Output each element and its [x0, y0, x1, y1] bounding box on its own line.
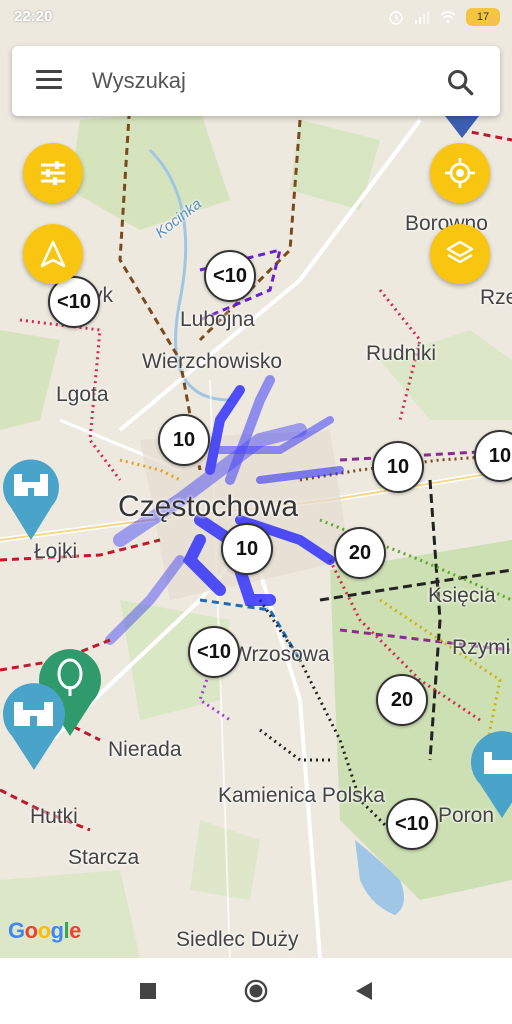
- search-bar[interactable]: Wyszukaj: [12, 46, 500, 116]
- map-label-lojki: Łojki: [34, 540, 78, 563]
- cluster-marker[interactable]: 10: [372, 441, 424, 493]
- map-label-starcza: Starcza: [68, 846, 140, 869]
- map-label-wrzosowa: Wrzosowa: [232, 643, 330, 666]
- alarm-icon: [389, 11, 403, 25]
- layers-icon: [446, 240, 474, 264]
- home-circle-icon: [244, 979, 268, 1003]
- map-label-rzymi: Rzymi: [452, 636, 511, 659]
- navigation-arrow-icon: [40, 240, 66, 268]
- layers-button[interactable]: [430, 224, 490, 284]
- search-input[interactable]: Wyszukaj: [92, 68, 186, 94]
- battery-icon: 17: [466, 8, 500, 26]
- map-label-rze: Rze: [480, 286, 512, 309]
- status-time: 22:20: [14, 8, 53, 25]
- navigation-button[interactable]: [23, 224, 83, 284]
- wifi-icon: [440, 11, 456, 23]
- cluster-marker[interactable]: <10: [386, 798, 438, 850]
- cluster-marker[interactable]: <10: [188, 626, 240, 678]
- map-label-czestochowa: Częstochowa: [118, 490, 299, 523]
- map-label-kamienica: Kamienica Polska: [218, 784, 385, 807]
- cluster-marker[interactable]: 10: [221, 523, 273, 575]
- cluster-marker[interactable]: 10: [158, 414, 210, 466]
- hamburger-menu-icon[interactable]: [36, 70, 62, 90]
- sliders-icon: [41, 161, 65, 185]
- home-button[interactable]: [244, 979, 268, 1003]
- map-view[interactable]: Lubojna Wierzchowisko Lgota Częstochowa …: [0, 0, 512, 958]
- map-label-lgota: Lgota: [56, 383, 109, 406]
- recent-apps-button[interactable]: [136, 979, 160, 1003]
- map-label-siedlec-duzy: Siedlec Duży: [176, 928, 299, 951]
- map-label-ksiecia: Księcia: [428, 584, 496, 607]
- back-triangle-icon: [356, 982, 372, 1000]
- search-icon[interactable]: [446, 68, 474, 96]
- system-nav-bar: [0, 958, 512, 1024]
- back-button[interactable]: [352, 979, 376, 1003]
- crosshair-icon: [445, 158, 475, 188]
- cluster-marker[interactable]: <10: [204, 250, 256, 302]
- cluster-marker[interactable]: 20: [376, 674, 428, 726]
- map-label-lubojna: Lubojna: [180, 308, 255, 331]
- map-label-rudniki: Rudniki: [366, 342, 437, 365]
- my-location-button[interactable]: [430, 143, 490, 203]
- google-logo: Google: [8, 918, 81, 943]
- map-label-nierada: Nierada: [108, 738, 182, 761]
- filter-button[interactable]: [23, 143, 83, 203]
- status-bar: 22:20 17: [0, 0, 512, 34]
- square-icon: [140, 983, 156, 999]
- signal-icon: [415, 11, 429, 24]
- map-label-wierzchowisko: Wierzchowisko: [142, 350, 283, 373]
- cluster-marker[interactable]: 20: [334, 527, 386, 579]
- map-label-hutki: Hutki: [30, 805, 78, 828]
